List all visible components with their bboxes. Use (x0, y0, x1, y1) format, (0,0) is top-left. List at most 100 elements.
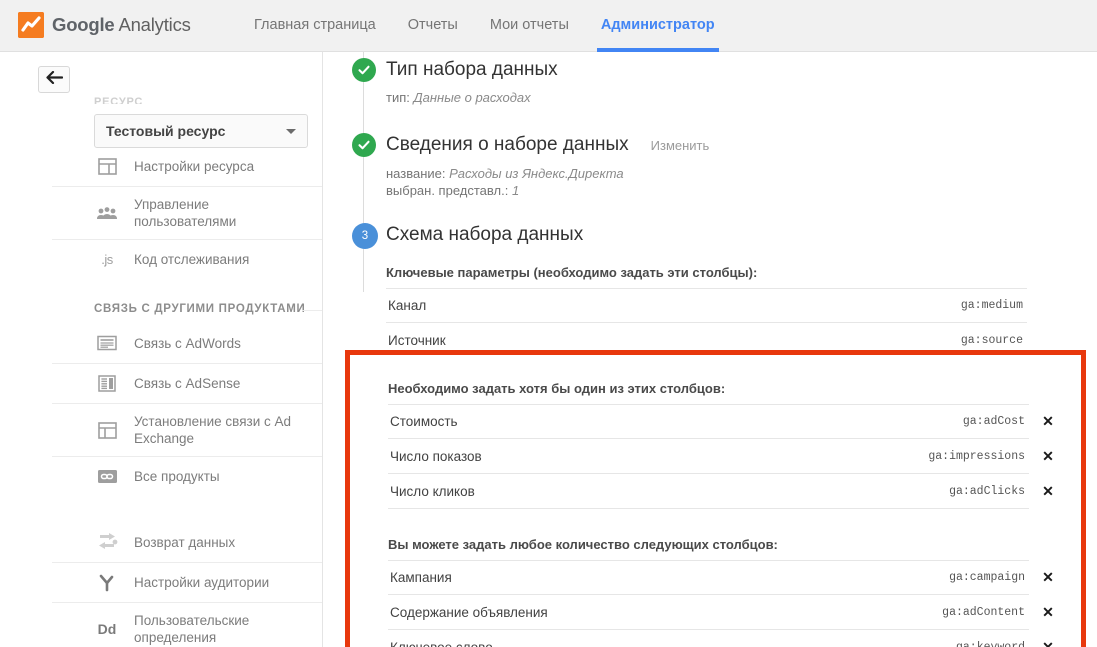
remove-column-icon[interactable]: ✕ (1039, 413, 1057, 430)
sidebar-item-ad-exchange-linking[interactable]: Установление связи с Ad Exchange (52, 403, 322, 456)
brand-name-google: Google (52, 14, 115, 35)
property-settings-icon (94, 157, 120, 176)
row-code: ga:medium (960, 299, 1023, 312)
dataset-wizard: Тип набора данных тип: Данные о расходах… (324, 52, 1097, 647)
dataset-views-value: 1 (511, 183, 520, 198)
dataset-type-value: Данные о расходах (413, 90, 531, 105)
app-header: Google Analytics Главная страница Отчеты… (0, 0, 1097, 52)
sidebar-item-custom-definitions[interactable]: Dd Пользовательские определения (52, 602, 322, 647)
all-products-link-icon (94, 468, 120, 485)
sidebar-item-label: Настройки ресурса (134, 158, 255, 174)
step-complete-icon (352, 133, 376, 157)
sidebar-item-label: Все продукты (134, 469, 220, 484)
row-label: Канал (388, 298, 427, 313)
sidebar-item-adsense-linking[interactable]: Связь с AdSense (52, 363, 322, 403)
key-parameters-title: Ключевые параметры (необходимо задать эт… (386, 265, 758, 280)
adwords-icon (94, 335, 120, 351)
row-label: Источник (388, 332, 446, 348)
sidebar-item-user-management[interactable]: Управление пользователями (52, 186, 322, 239)
step-title-text: Сведения о наборе данных (386, 134, 629, 155)
step-title-text: Схема набора данных (386, 224, 584, 245)
row-label: Ключевое слово (390, 639, 493, 647)
highlighted-columns-section: Необходимо задать хотя бы один из этих с… (345, 350, 1086, 647)
sidebar-item-label: Управление пользователями (134, 197, 237, 229)
sidebar-item-label: Связь с AdSense (134, 376, 241, 391)
required-one-title: Необходимо задать хотя бы один из этих с… (388, 381, 726, 396)
step-number-badge: 3 (352, 223, 378, 249)
table-row: Содержание объявления ga:adContent ✕ (388, 595, 1054, 630)
table-row: Число показов ga:impressions ✕ (388, 439, 1054, 474)
remove-column-icon[interactable]: ✕ (1039, 483, 1057, 500)
row-label: Содержание объявления (390, 604, 548, 620)
nav-tab-home[interactable]: Главная страница (238, 0, 392, 52)
wizard-step-dataset-details: Сведения о наборе данных Изменить назван… (324, 133, 1097, 199)
sidebar-item-label: Установление связи с Ad Exchange (134, 414, 292, 446)
key-parameters-table: Канал ga:medium Источник ga:source (386, 288, 1027, 358)
remove-column-icon[interactable]: ✕ (1039, 639, 1057, 647)
row-label: Число кликов (390, 483, 475, 499)
remove-column-icon[interactable]: ✕ (1039, 448, 1057, 465)
brand-name-analytics: Analytics (114, 14, 191, 35)
back-button[interactable] (38, 66, 70, 93)
back-arrow-icon (45, 70, 63, 89)
adsense-icon (94, 375, 120, 392)
step-complete-icon (352, 58, 376, 82)
edit-dataset-link[interactable]: Изменить (651, 134, 710, 158)
row-label: Число показов (390, 448, 482, 464)
step-title: Сведения о наборе данных Изменить (386, 133, 1097, 158)
row-code: ga:adClicks (949, 484, 1025, 498)
sidebar-item-label: Настройки аудитории (134, 575, 270, 590)
sidebar-item-audience-settings[interactable]: Настройки аудитории (52, 562, 322, 602)
nav-tab-reports[interactable]: Отчеты (392, 0, 474, 52)
ad-exchange-icon (94, 421, 120, 440)
optional-columns-title: Вы можете задать любое количество следую… (388, 537, 778, 552)
required-one-table: Стоимость ga:adCost ✕ Число показов ga:i… (388, 404, 1054, 509)
sidebar-item-adwords-linking[interactable]: Связь с AdWords (52, 323, 322, 363)
sidebar-item-label: Пользовательские определения (134, 613, 250, 645)
row-code: ga:adContent (942, 605, 1025, 619)
audience-settings-icon (94, 574, 120, 592)
row-code: ga:adCost (962, 415, 1025, 428)
row-label: Стоимость (390, 414, 458, 429)
brand-logo[interactable]: Google Analytics (18, 12, 191, 38)
highlighted-columns-inner: Необходимо задать хотя бы один из этих с… (350, 355, 1081, 647)
remove-column-icon[interactable]: ✕ (1039, 569, 1057, 586)
optional-columns-table: Кампания ga:campaign ✕ Содержание объявл… (388, 560, 1054, 647)
section-divider (302, 310, 322, 311)
dataset-name-label: название: (386, 166, 446, 181)
nav-tab-admin[interactable]: Администратор (585, 0, 731, 52)
step-title: Схема набора данных (386, 223, 1097, 247)
sidebar-item-tracking-code[interactable]: .js Код отслеживания (52, 239, 322, 279)
main-navigation: Главная страница Отчеты Мои отчеты Админ… (238, 0, 731, 52)
dataset-type-label: тип: (386, 90, 410, 105)
sidebar-menu: Настройки ресурса Управление пользовател… (52, 124, 322, 647)
dataset-name-value: Расходы из Яндекс.Директа (449, 166, 624, 181)
row-code: ga:campaign (949, 571, 1025, 584)
row-label: Кампания (390, 570, 452, 585)
step-title: Тип набора данных (386, 58, 1097, 82)
row-code: ga:keyword (955, 640, 1025, 647)
table-row: Стоимость ga:adCost ✕ (388, 404, 1054, 439)
step-subtext: название: Расходы из Яндекс.Директа выбр… (386, 165, 1097, 199)
sidebar-item-property-settings[interactable]: Настройки ресурса (52, 146, 322, 186)
sidebar-item-data-import[interactable]: Возврат данных (52, 522, 322, 562)
step-title-text: Тип набора данных (386, 59, 558, 80)
sidebar-section-product-links: СВЯЗЬ С ДРУГИМИ ПРОДУКТАМИ (52, 279, 322, 323)
sidebar-item-all-products[interactable]: Все продукты (52, 456, 322, 496)
table-row: Кампания ga:campaign ✕ (388, 560, 1054, 595)
wizard-step-dataset-type: Тип набора данных тип: Данные о расходах (324, 58, 1097, 106)
remove-column-icon[interactable]: ✕ (1039, 604, 1057, 621)
analytics-logo-icon (18, 12, 44, 38)
dataset-views-label: выбран. представл.: (386, 183, 509, 198)
nav-tab-my-reports[interactable]: Мои отчеты (474, 0, 585, 52)
wizard-step-dataset-schema: 3 Схема набора данных Ключевые параметры… (324, 223, 1097, 358)
sidebar-item-label: Код отслеживания (134, 252, 250, 267)
brand-logo-text: Google Analytics (52, 14, 191, 36)
data-import-icon (94, 533, 120, 551)
table-row: Канал ga:medium (386, 288, 1027, 323)
property-section-label: РЕСУРС (94, 96, 144, 104)
js-icon: .js (101, 252, 113, 267)
sidebar-section-label: СВЯЗЬ С ДРУГИМИ ПРОДУКТАМИ (94, 303, 306, 315)
